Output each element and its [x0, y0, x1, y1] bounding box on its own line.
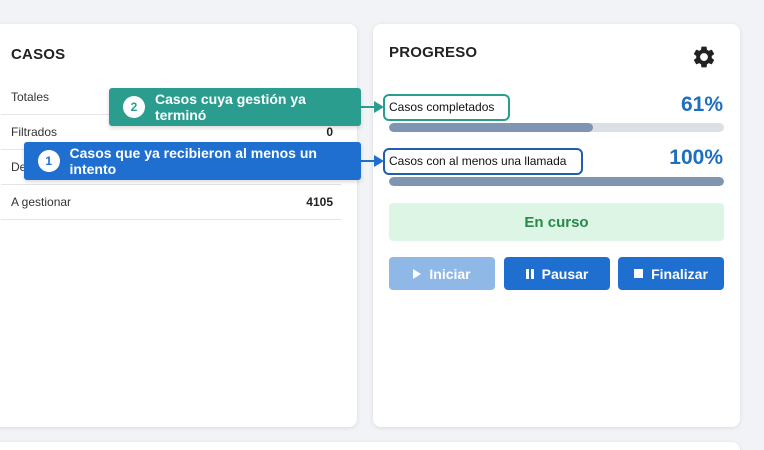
- casos-row-label: A gestionar: [11, 195, 72, 209]
- progress-bar-completados: [389, 123, 724, 132]
- gear-icon[interactable]: [691, 44, 717, 70]
- progress-bar-fill: [389, 177, 724, 186]
- pause-button[interactable]: Pausar: [504, 257, 610, 290]
- metric-percent-llamada: 100%: [669, 146, 723, 169]
- start-button-label: Iniciar: [429, 265, 471, 282]
- status-badge: En curso: [389, 203, 724, 241]
- tooltip-step-number: 1: [38, 150, 60, 172]
- tour-tooltip-2[interactable]: 2 Casos cuya gestión ya terminó: [109, 88, 361, 126]
- metric-percent-completados: 61%: [680, 93, 723, 116]
- finish-button[interactable]: Finalizar: [618, 257, 724, 290]
- casos-row-value: 4105: [306, 195, 333, 209]
- tooltip-text: Casos que ya recibieron al menos un inte…: [69, 145, 317, 177]
- progreso-card: PROGRESO Casos completados 61% Casos con…: [373, 24, 740, 427]
- play-icon: [413, 268, 422, 279]
- stop-icon: [634, 269, 644, 278]
- tour-tooltip-1[interactable]: 1 Casos que ya recibieron al menos un in…: [24, 142, 361, 180]
- start-button[interactable]: Iniciar: [389, 257, 495, 290]
- progreso-title: PROGRESO: [389, 44, 478, 61]
- casos-row-value: 0: [326, 125, 333, 139]
- bottom-card: [0, 442, 740, 450]
- highlight-llamada: [383, 148, 583, 175]
- progress-bar-fill: [389, 123, 594, 132]
- pause-icon: [525, 268, 534, 279]
- pause-button-label: Pausar: [541, 265, 589, 282]
- tooltip-step-number: 2: [123, 96, 145, 118]
- casos-row-a-gestionar: A gestionar 4105: [1, 185, 341, 220]
- casos-row-label: Totales: [11, 90, 50, 104]
- tooltip-text: Casos cuya gestión ya terminó: [154, 91, 306, 123]
- casos-card: CASOS Totales Filtrados 0 De A gestionar…: [0, 24, 357, 427]
- gear-icon-svg: [693, 46, 715, 68]
- casos-row-label: Filtrados: [11, 125, 58, 139]
- progress-bar-llamada: [389, 177, 724, 186]
- highlight-completados: [383, 94, 510, 121]
- finish-button-label: Finalizar: [651, 265, 708, 282]
- casos-title: CASOS: [11, 46, 66, 63]
